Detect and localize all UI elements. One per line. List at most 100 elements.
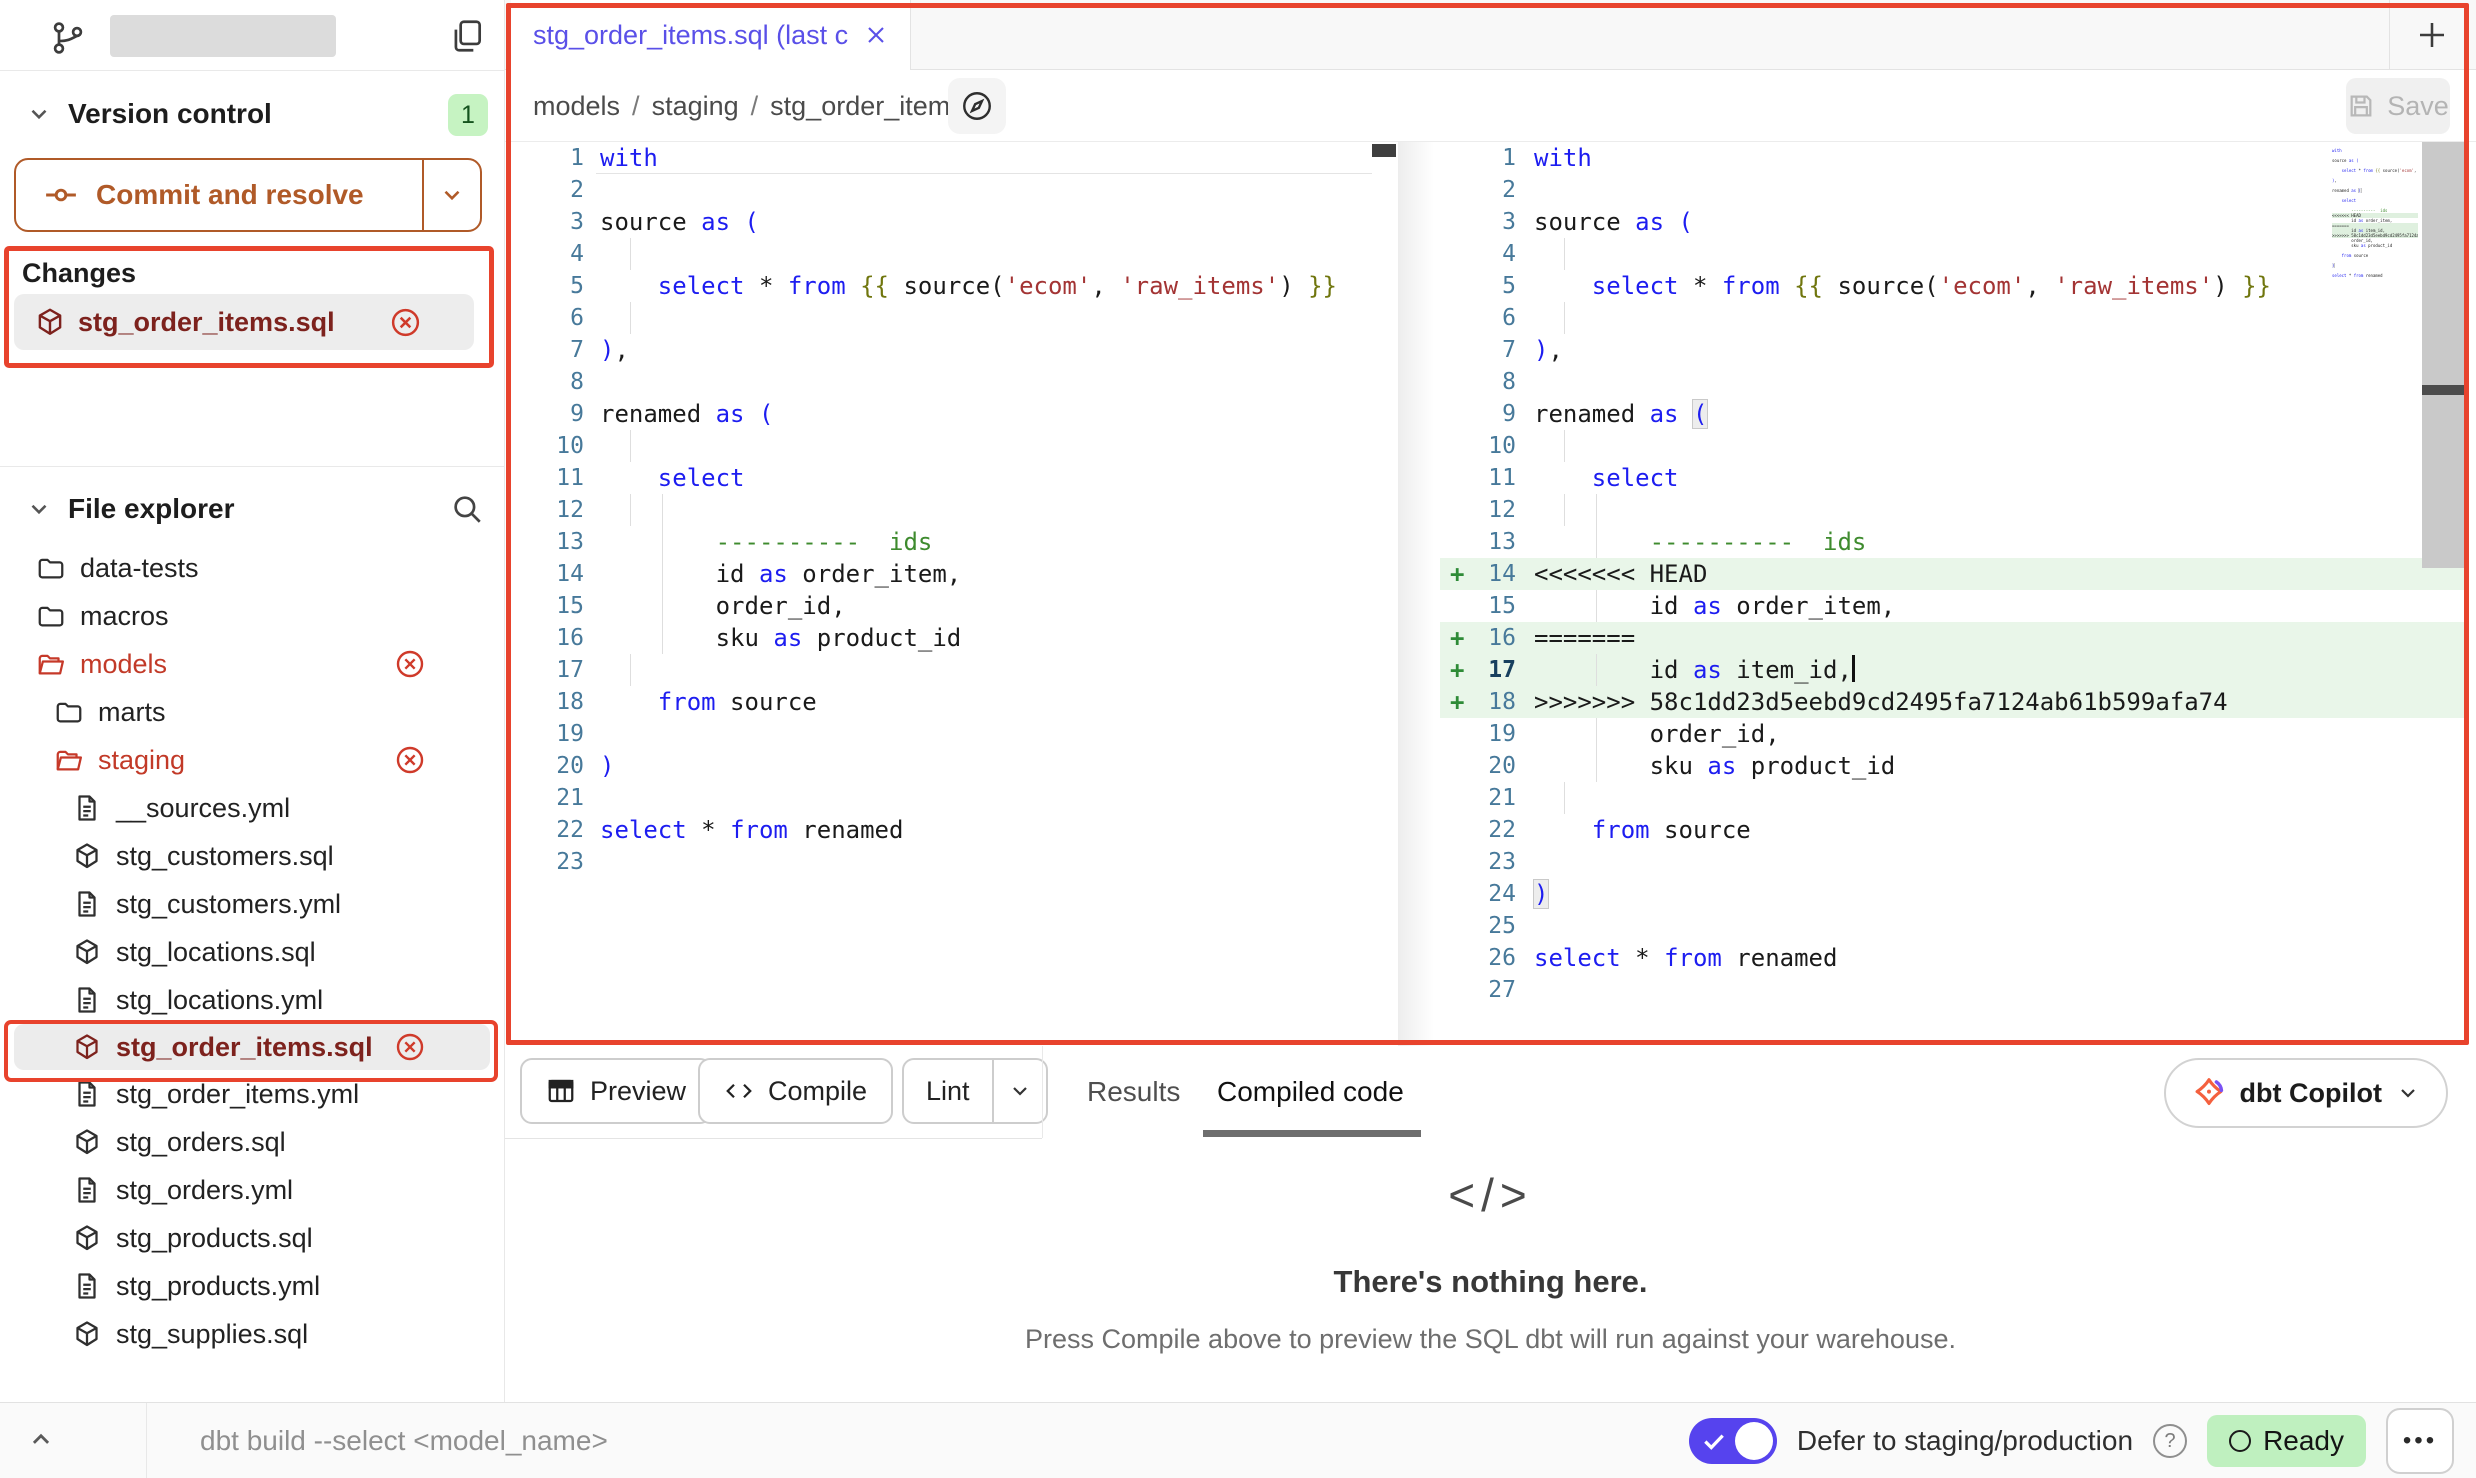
code-line[interactable]: 12: [1440, 494, 2466, 526]
discard-change-icon[interactable]: [394, 1031, 426, 1063]
code-line[interactable]: 19: [506, 718, 1372, 750]
code-line[interactable]: 13 ---------- ids: [506, 526, 1372, 558]
code-line[interactable]: 21: [506, 782, 1372, 814]
file-explorer-item-stg-orders-sql[interactable]: stg_orders.sql: [0, 1118, 504, 1166]
file-explorer-item-stg-customers-yml[interactable]: stg_customers.yml: [0, 880, 504, 928]
code-line[interactable]: 24): [1440, 878, 2466, 910]
code-line[interactable]: 7),: [506, 334, 1372, 366]
code-line[interactable]: 17: [506, 654, 1372, 686]
breadcrumb-segment[interactable]: staging: [652, 91, 739, 122]
file-explorer-item-stg-locations-yml[interactable]: stg_locations.yml: [0, 976, 504, 1024]
status-badge[interactable]: Ready: [2207, 1415, 2366, 1467]
code-line[interactable]: +14<<<<<<< HEAD: [1440, 558, 2466, 590]
code-line[interactable]: 8: [1440, 366, 2466, 398]
lint-button[interactable]: Lint: [902, 1058, 1048, 1124]
branch-name-placeholder[interactable]: [110, 15, 336, 57]
code-line[interactable]: 1with: [506, 142, 1372, 174]
discard-change-icon[interactable]: [394, 744, 426, 776]
code-line[interactable]: 26select * from renamed: [1440, 942, 2466, 974]
code-line[interactable]: 8: [506, 366, 1372, 398]
save-button[interactable]: Save: [2346, 78, 2450, 134]
file-explorer-item-data-tests[interactable]: data-tests: [0, 544, 504, 592]
git-branch-icon[interactable]: [50, 20, 86, 56]
code-line[interactable]: 7),: [1440, 334, 2466, 366]
file-explorer-item-stg-products-sql[interactable]: stg_products.sql: [0, 1214, 504, 1262]
dbt-copilot-button[interactable]: dbt Copilot: [2164, 1058, 2448, 1128]
copy-icon[interactable]: [448, 17, 486, 55]
minimap[interactable]: withsource as ( select * from {{ source(…: [2332, 148, 2418, 283]
code-line[interactable]: 3source as (: [506, 206, 1372, 238]
code-line[interactable]: 15 order_id,: [506, 590, 1372, 622]
code-line[interactable]: 11 select: [506, 462, 1372, 494]
code-line[interactable]: +18>>>>>>> 58c1dd23d5eebd9cd2495fa7124ab…: [1440, 686, 2466, 718]
file-explorer-item-stg-order-items-yml[interactable]: stg_order_items.yml: [0, 1070, 504, 1118]
changed-file-row[interactable]: stg_order_items.sql: [14, 294, 474, 350]
file-explorer-item-stg-order-items-sql[interactable]: stg_order_items.sql: [14, 1024, 490, 1070]
tab-stg-order-items[interactable]: stg_order_items.sql (last c...: [511, 0, 911, 70]
code-line[interactable]: 5 select * from {{ source('ecom', 'raw_i…: [1440, 270, 2466, 302]
code-line[interactable]: 20 sku as product_id: [1440, 750, 2466, 782]
editor-pane-current[interactable]: 1with23source as (45 select * from {{ so…: [1440, 142, 2466, 1006]
file-explorer-item-staging[interactable]: staging: [0, 736, 504, 784]
new-tab-icon[interactable]: [2414, 17, 2450, 53]
breadcrumb-segment[interactable]: models: [533, 91, 620, 122]
code-line[interactable]: 21: [1440, 782, 2466, 814]
file-explorer-item-macros[interactable]: macros: [0, 592, 504, 640]
code-line[interactable]: 5 select * from {{ source('ecom', 'raw_i…: [506, 270, 1372, 302]
code-line[interactable]: 13 ---------- ids: [1440, 526, 2466, 558]
file-explorer-item--sources-yml[interactable]: __sources.yml: [0, 784, 504, 832]
code-line[interactable]: 1with: [1440, 142, 2466, 174]
file-explorer-item-models[interactable]: models: [0, 640, 504, 688]
file-explorer-item-stg-customers-sql[interactable]: stg_customers.sql: [0, 832, 504, 880]
tab-results[interactable]: Results: [1087, 1046, 1180, 1138]
code-line[interactable]: 9renamed as (: [506, 398, 1372, 430]
commit-options-dropdown[interactable]: [422, 160, 480, 230]
code-line[interactable]: 2: [1440, 174, 2466, 206]
compile-button[interactable]: Compile: [698, 1058, 893, 1124]
file-explorer-item-stg-orders-yml[interactable]: stg_orders.yml: [0, 1166, 504, 1214]
version-control-section-header[interactable]: Version control 1: [0, 86, 504, 142]
defer-toggle[interactable]: [1689, 1418, 1777, 1464]
left-pane-scrollbar-thumb[interactable]: [1372, 144, 1396, 157]
code-line[interactable]: 4: [1440, 238, 2466, 270]
lint-options-dropdown[interactable]: [992, 1060, 1046, 1122]
code-line[interactable]: 22 from source: [1440, 814, 2466, 846]
more-options-button[interactable]: •••: [2386, 1408, 2454, 1474]
code-line[interactable]: 27: [1440, 974, 2466, 1006]
file-explorer-item-stg-supplies-sql[interactable]: stg_supplies.sql: [0, 1310, 504, 1358]
code-line[interactable]: 11 select: [1440, 462, 2466, 494]
discard-change-icon[interactable]: [389, 306, 422, 339]
code-line[interactable]: +17 id as item_id,: [1440, 654, 2466, 686]
code-line[interactable]: 14 id as order_item,: [506, 558, 1372, 590]
file-explorer-item-stg-locations-sql[interactable]: stg_locations.sql: [0, 928, 504, 976]
file-explorer-item-marts[interactable]: marts: [0, 688, 504, 736]
code-line[interactable]: 3source as (: [1440, 206, 2466, 238]
code-line[interactable]: 23: [506, 846, 1372, 878]
code-line[interactable]: 19 order_id,: [1440, 718, 2466, 750]
code-line[interactable]: 12: [506, 494, 1372, 526]
preview-button[interactable]: Preview: [520, 1058, 712, 1124]
right-pane-scrollbar-thumb[interactable]: [2422, 385, 2465, 395]
tab-compiled-code[interactable]: Compiled code: [1217, 1046, 1404, 1138]
code-line[interactable]: 10: [1440, 430, 2466, 462]
expand-command-bar-icon[interactable]: [24, 1423, 58, 1457]
file-explorer-section-header[interactable]: File explorer: [0, 480, 504, 538]
editor-pane-last-commit[interactable]: 1with23source as (45 select * from {{ so…: [506, 142, 1372, 878]
code-line[interactable]: +16=======: [1440, 622, 2466, 654]
discard-change-icon[interactable]: [394, 648, 426, 680]
code-line[interactable]: 16 sku as product_id: [506, 622, 1372, 654]
code-line[interactable]: 25: [1440, 910, 2466, 942]
code-line[interactable]: 18 from source: [506, 686, 1372, 718]
code-line[interactable]: 20): [506, 750, 1372, 782]
help-icon[interactable]: ?: [2153, 1424, 2187, 1458]
code-line[interactable]: 6: [1440, 302, 2466, 334]
commit-and-resolve-button[interactable]: Commit and resolve: [14, 158, 482, 232]
lineage-compass-icon[interactable]: [948, 78, 1006, 134]
file-explorer-item-stg-products-yml[interactable]: stg_products.yml: [0, 1262, 504, 1310]
code-line[interactable]: 10: [506, 430, 1372, 462]
close-icon[interactable]: [864, 23, 888, 47]
right-pane-scrollbar[interactable]: [2422, 142, 2465, 568]
code-line[interactable]: 15 id as order_item,: [1440, 590, 2466, 622]
code-line[interactable]: 9renamed as (: [1440, 398, 2466, 430]
search-icon[interactable]: [450, 492, 484, 526]
